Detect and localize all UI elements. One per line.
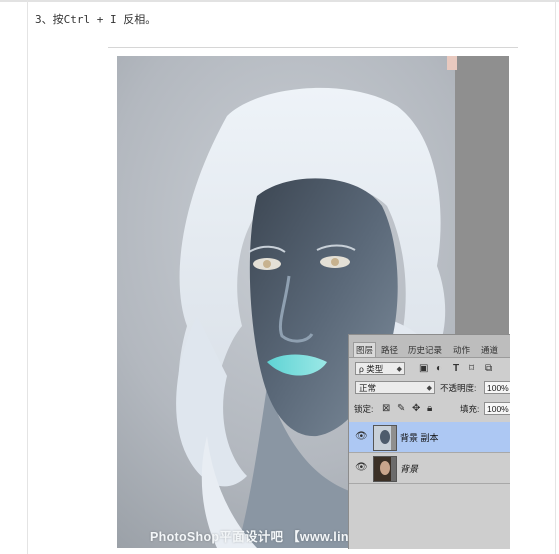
inverted-thumbnail	[374, 426, 396, 450]
lock-image-pixels-icon[interactable]: ✎	[397, 403, 405, 415]
chevron-updown-icon: ◆	[426, 385, 432, 392]
shape-filter-icon[interactable]: ⌑	[469, 363, 474, 375]
opacity-input[interactable]: 100%	[484, 381, 510, 394]
tab-channels[interactable]: 通道	[479, 343, 500, 357]
blend-mode-value: 正常	[359, 383, 377, 393]
type-filter-icon[interactable]: T	[453, 363, 459, 375]
separator-line	[108, 47, 518, 48]
filter-row: ρ 类型 ◆ ▣ ◐ T ⌑ ⧉	[349, 360, 510, 378]
layer-name: 背景 副本	[400, 433, 439, 443]
lock-all-icon[interactable]: 🔒︎	[427, 403, 432, 415]
blend-row: 正常 ◆ 不透明度: 100%	[349, 380, 510, 398]
fill-input[interactable]: 100%	[484, 402, 510, 415]
tab-layers[interactable]: 图层	[353, 342, 377, 357]
layer-name: 背景	[400, 464, 419, 474]
visibility-eye-icon[interactable]: 👁︎	[355, 462, 368, 473]
layer-kind-filter[interactable]: ρ 类型 ◆	[355, 362, 405, 375]
lock-row: 锁定: ⊠ ✎ ✥ 🔒︎ 填充: 100%	[349, 401, 510, 419]
layer-thumbnail	[373, 425, 397, 451]
step-instruction: 3、按Ctrl + I 反相。	[35, 13, 157, 26]
tab-actions[interactable]: 动作	[451, 343, 472, 357]
chevron-updown-icon: ◆	[396, 366, 402, 373]
content-left-rule	[27, 0, 28, 554]
blend-mode-select[interactable]: 正常 ◆	[355, 381, 435, 394]
image-filter-icon[interactable]: ▣	[419, 363, 428, 375]
top-border	[0, 0, 559, 2]
tab-history[interactable]: 历史记录	[406, 343, 444, 357]
smart-object-filter-icon[interactable]: ⧉	[485, 363, 492, 375]
panel-tab-bar: 图层 路径 历史记录 动作 通道	[349, 335, 510, 358]
layer-thumbnail	[373, 456, 397, 482]
adjustment-filter-icon[interactable]: ◐	[436, 363, 442, 375]
layers-panel: 图层 路径 历史记录 动作 通道 ρ 类型 ◆ ▣ ◐ T ⌑ ⧉ 正常 ◆ 不…	[348, 334, 510, 549]
fill-label: 填充:	[460, 404, 480, 414]
original-thumbnail	[374, 457, 396, 481]
lock-label: 锁定:	[354, 404, 374, 414]
visibility-eye-icon[interactable]: 👁︎	[355, 431, 368, 442]
layer-kind-label: ρ 类型	[359, 364, 384, 374]
opacity-label: 不透明度:	[440, 383, 477, 393]
layer-row-background-copy[interactable]: 👁︎ 背景 副本	[349, 422, 510, 453]
tab-paths[interactable]: 路径	[379, 343, 400, 357]
lock-position-icon[interactable]: ✥	[412, 403, 420, 415]
lock-transparent-pixels-icon[interactable]: ⊠	[382, 403, 390, 415]
layer-row-background[interactable]: 👁︎ 背景	[349, 453, 510, 484]
content-right-rule	[555, 0, 556, 554]
